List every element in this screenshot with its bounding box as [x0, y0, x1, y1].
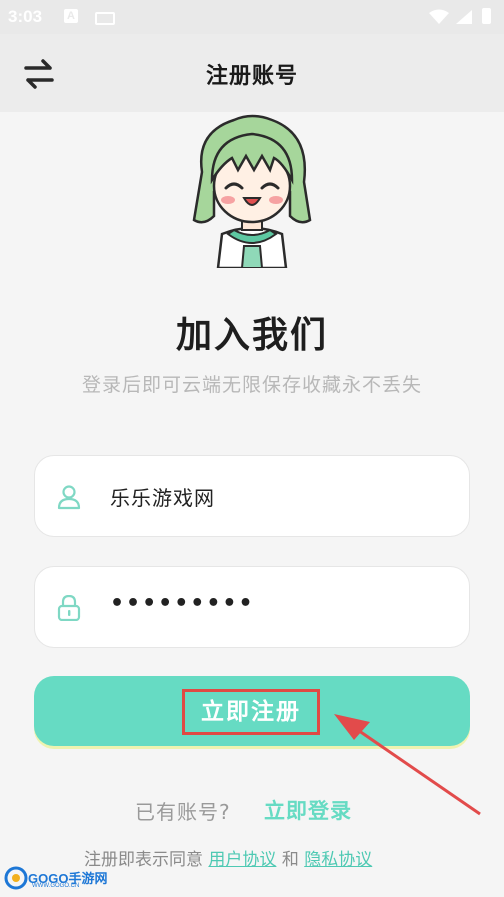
- page-title: 注册账号: [205, 64, 298, 89]
- have-account-text: 已有账号?: [135, 800, 231, 824]
- username-field[interactable]: 乐乐游戏网: [34, 455, 470, 537]
- status-time: 3:03: [8, 7, 43, 26]
- join-title: 加入我们: [175, 315, 328, 356]
- username-value: 乐乐游戏网: [110, 486, 215, 510]
- agreement-prefix: 注册即表示同意: [84, 850, 203, 870]
- signal-icon: [456, 10, 472, 24]
- password-field[interactable]: •••••••••: [34, 566, 470, 648]
- annotation-arrow-icon: [334, 714, 481, 816]
- user-agreement-link[interactable]: 用户协议: [208, 850, 276, 870]
- app-header: 注册账号: [0, 34, 504, 112]
- status-bar: 3:03 A: [0, 0, 504, 34]
- privacy-policy-link[interactable]: 隐私协议: [304, 850, 372, 870]
- agreement-and: 和: [281, 850, 299, 870]
- join-subtitle: 登录后即可云端无限保存收藏永不丢失: [81, 374, 422, 396]
- notification-a-icon: A: [64, 9, 78, 23]
- register-button-label[interactable]: 立即注册: [182, 689, 320, 735]
- keyboard-icon: [95, 12, 115, 25]
- lock-icon: [57, 595, 81, 621]
- gogo-logo-icon: [4, 866, 28, 890]
- battery-icon: [482, 8, 491, 24]
- anime-girl-avatar: [192, 114, 312, 268]
- wifi-icon: [429, 9, 449, 24]
- watermark-subtext: WWW.GOGO.CN: [32, 883, 80, 889]
- agreement-text: 注册即表示同意 用户协议 和 隐私协议: [84, 845, 372, 870]
- user-icon: [57, 485, 81, 510]
- password-value: •••••••••: [110, 591, 255, 616]
- login-link[interactable]: 立即登录: [264, 795, 352, 825]
